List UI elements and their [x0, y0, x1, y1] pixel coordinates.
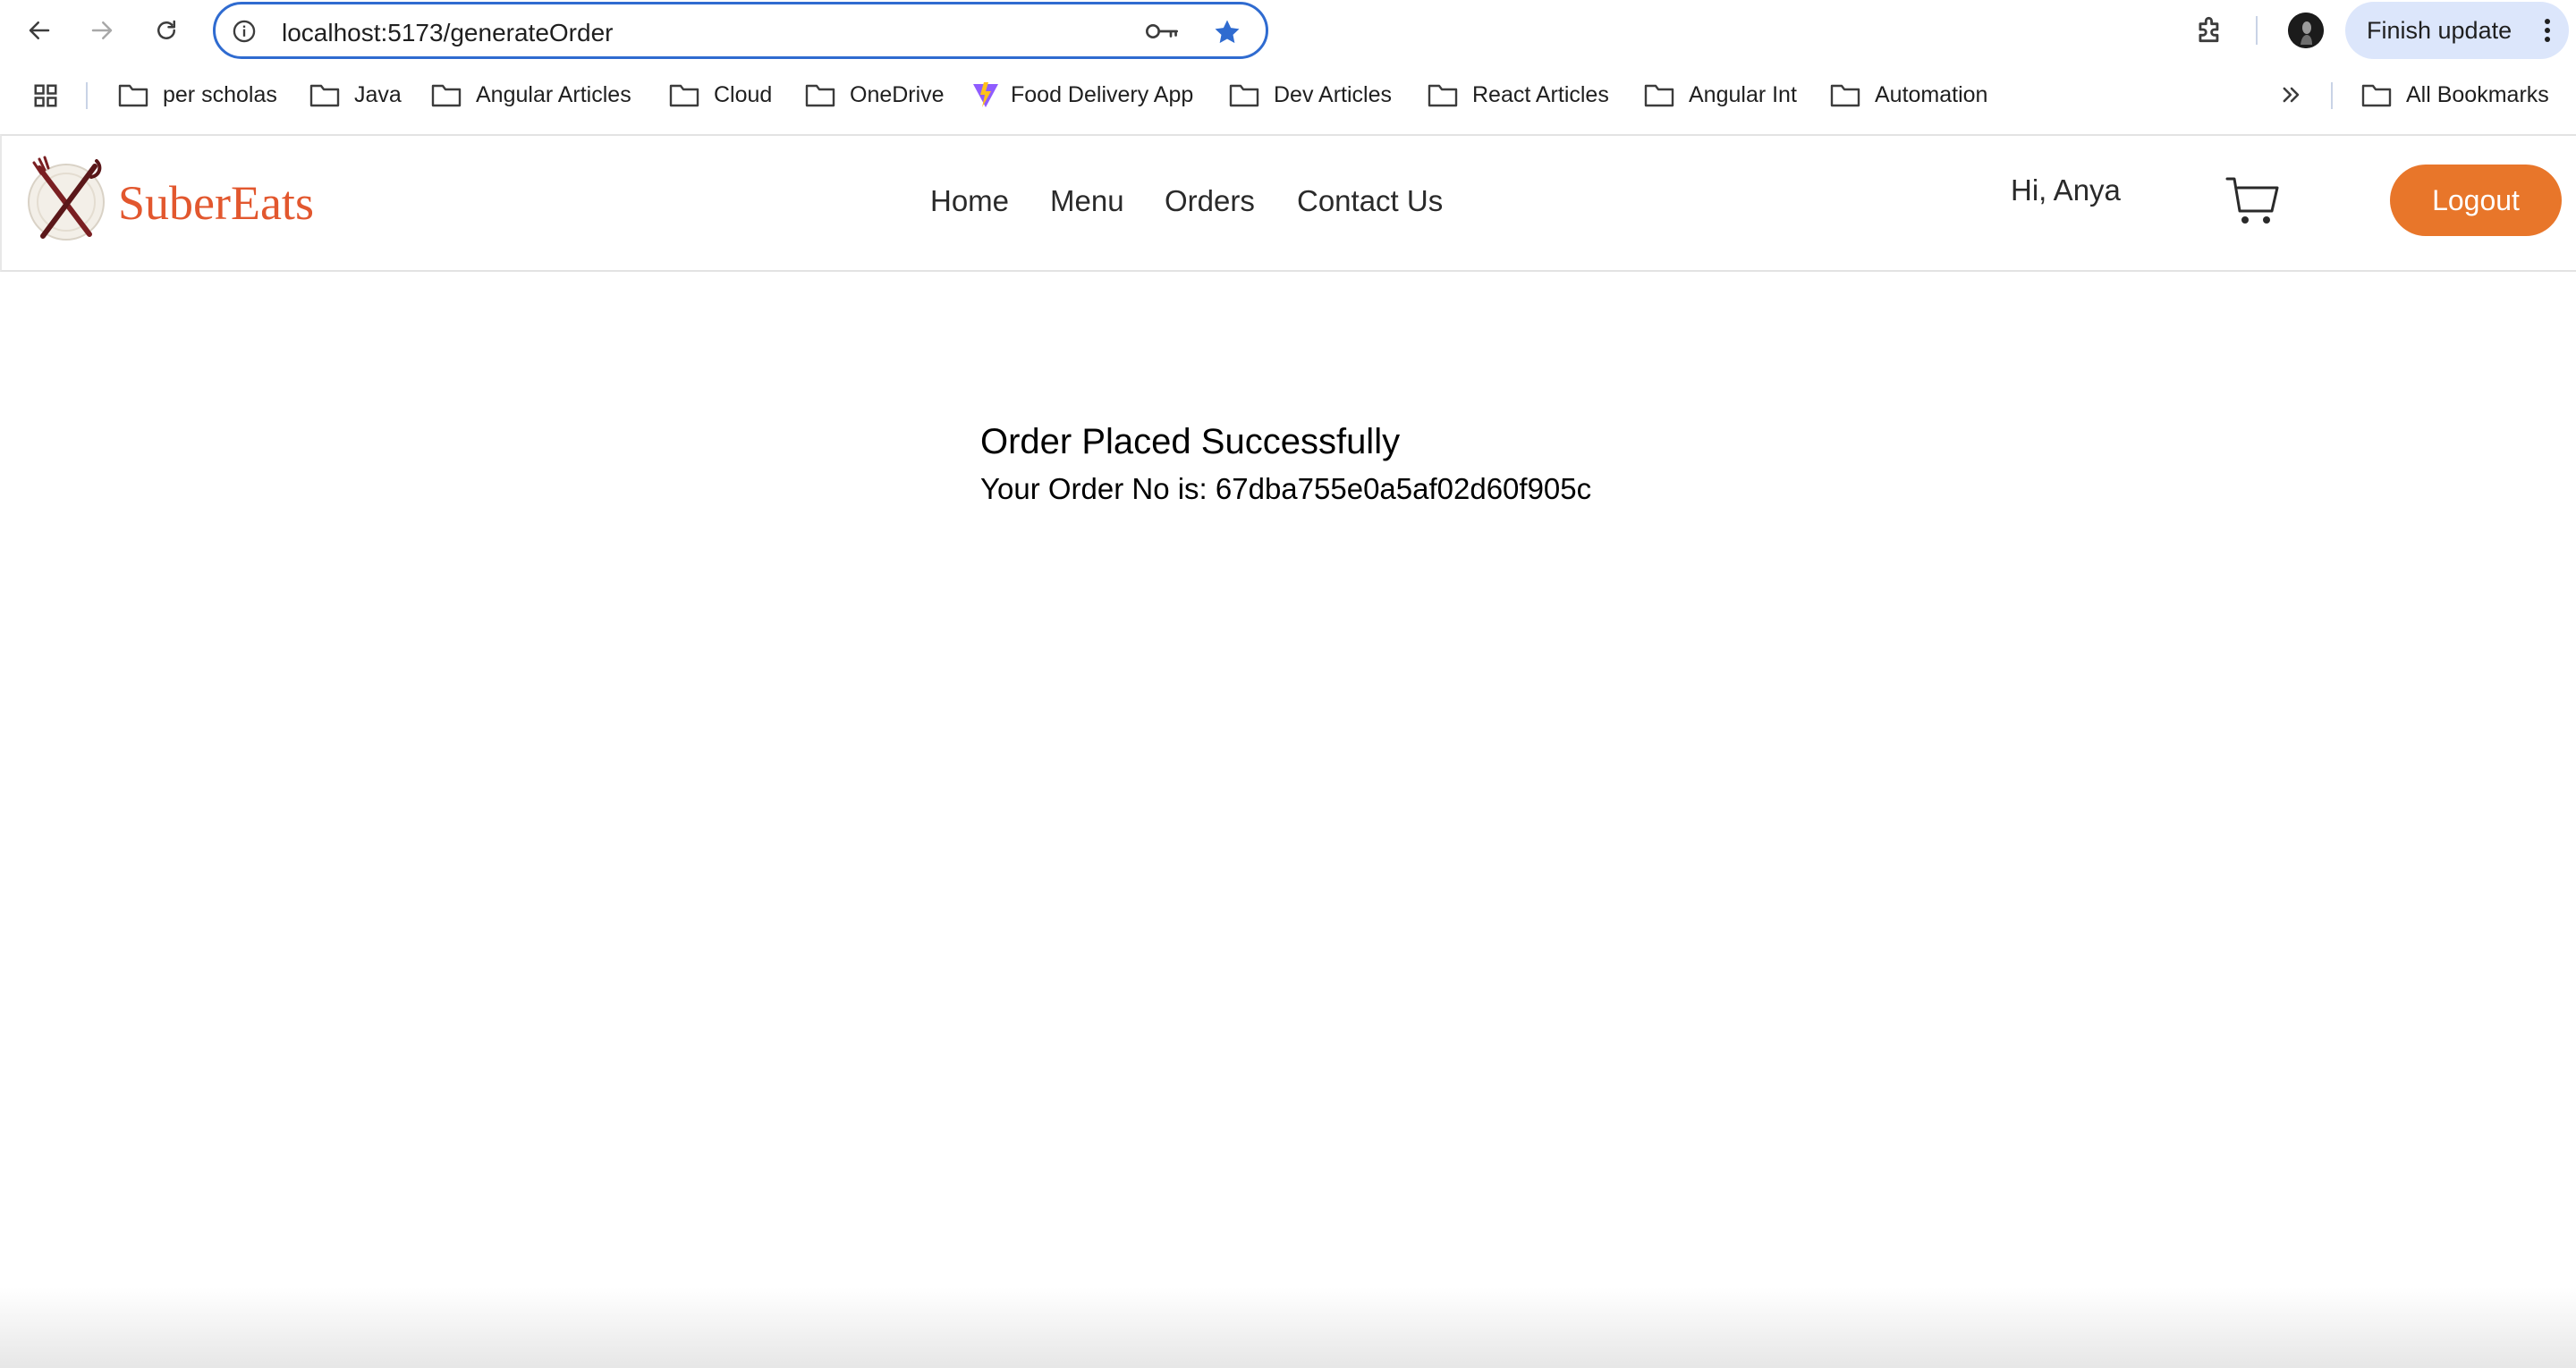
- brand-name[interactable]: SuberEats: [118, 175, 314, 231]
- folder-icon: [1644, 84, 1674, 107]
- nav-link-orders[interactable]: Orders: [1165, 184, 1255, 218]
- bookmark-cloud[interactable]: Cloud: [669, 70, 772, 120]
- finish-update-button[interactable]: Finish update: [2345, 2, 2569, 59]
- bookmark-label: Automation: [1875, 81, 1988, 107]
- folder-icon: [1229, 84, 1259, 107]
- fork-knife-logo-icon[interactable]: [23, 156, 109, 245]
- bookmark-label: per scholas: [163, 81, 277, 107]
- avatar-icon: [2288, 13, 2324, 48]
- site-info-icon[interactable]: [232, 19, 257, 44]
- apps-grid-icon[interactable]: [32, 82, 59, 109]
- bookmark-java[interactable]: Java: [309, 70, 402, 120]
- bookmarks-bar: per scholas Java Angular Articles Cloud …: [0, 70, 2576, 120]
- bookmark-dev-articles[interactable]: Dev Articles: [1229, 70, 1392, 120]
- url-text[interactable]: localhost:5173/generateOrder: [282, 19, 613, 47]
- toolbar-divider: [2256, 16, 2258, 45]
- bookmarks-divider: [86, 82, 88, 109]
- more-vert-icon: [2545, 19, 2550, 42]
- browser-toolbar: localhost:5173/generateOrder Finish upda…: [0, 0, 2576, 61]
- folder-icon: [2361, 84, 2392, 107]
- bookmark-label: Dev Articles: [1274, 81, 1392, 107]
- nav-link-contact-us[interactable]: Contact Us: [1297, 184, 1443, 218]
- address-bar[interactable]: localhost:5173/generateOrder: [213, 2, 1268, 59]
- bookmarks-divider: [2331, 82, 2333, 109]
- folder-icon: [309, 84, 340, 107]
- forward-button[interactable]: [82, 11, 122, 50]
- shopping-cart-icon[interactable]: [2224, 172, 2283, 231]
- nav-link-menu[interactable]: Menu: [1050, 184, 1124, 218]
- all-bookmarks-button[interactable]: All Bookmarks: [2361, 70, 2549, 120]
- bookmark-label: Food Delivery App: [1011, 81, 1194, 107]
- key-icon[interactable]: [1144, 19, 1180, 44]
- bookmark-label: React Articles: [1472, 81, 1609, 107]
- bookmark-automation[interactable]: Automation: [1830, 70, 1987, 120]
- folder-icon: [431, 84, 462, 107]
- bookmark-label: Angular Int: [1689, 81, 1797, 107]
- bookmark-angular-articles[interactable]: Angular Articles: [431, 70, 631, 120]
- bookmark-food-delivery-app[interactable]: Food Delivery App: [971, 70, 1193, 120]
- vite-icon: [973, 82, 998, 107]
- bookmark-label: Angular Articles: [476, 81, 631, 107]
- arrow-left-icon: [29, 21, 50, 39]
- extensions-icon[interactable]: [2193, 13, 2227, 46]
- bookmark-react-articles[interactable]: React Articles: [1428, 70, 1609, 120]
- finish-update-label: Finish update: [2367, 16, 2512, 44]
- page-title: Order Placed Successfully: [980, 422, 1401, 461]
- back-button[interactable]: [20, 11, 59, 50]
- nav-link-home[interactable]: Home: [930, 184, 1009, 218]
- bookmark-label: Java: [354, 81, 402, 107]
- logout-button[interactable]: Logout: [2390, 165, 2562, 236]
- bookmark-onedrive[interactable]: OneDrive: [805, 70, 945, 120]
- all-bookmarks-label: All Bookmarks: [2406, 81, 2549, 107]
- folder-icon: [669, 84, 699, 107]
- folder-icon: [1830, 84, 1860, 107]
- site-header: SuberEats Home Menu Orders Contact Us Hi…: [0, 134, 2576, 272]
- folder-icon: [1428, 84, 1458, 107]
- arrow-right-icon: [91, 21, 113, 39]
- reload-button[interactable]: [147, 11, 186, 50]
- bookmark-per-scholas[interactable]: per scholas: [118, 70, 277, 120]
- folder-icon: [805, 84, 835, 107]
- window-edge-shadow: [0, 1288, 2576, 1368]
- profile-avatar[interactable]: [2288, 13, 2324, 48]
- folder-icon: [118, 84, 148, 107]
- reload-icon: [157, 20, 175, 39]
- bookmark-label: Cloud: [714, 81, 773, 107]
- user-greeting: Hi, Anya: [2011, 173, 2121, 207]
- bookmark-star-icon[interactable]: [1212, 17, 1242, 47]
- order-number-text: Your Order No is: 67dba755e0a5af02d60f90…: [980, 472, 1592, 505]
- bookmark-label: OneDrive: [850, 81, 945, 107]
- order-confirmation: Order Placed Successfully Your Order No …: [0, 274, 2576, 1368]
- bookmark-angular-int[interactable]: Angular Int: [1644, 70, 1797, 120]
- chevron-double-right-icon[interactable]: [2279, 82, 2304, 107]
